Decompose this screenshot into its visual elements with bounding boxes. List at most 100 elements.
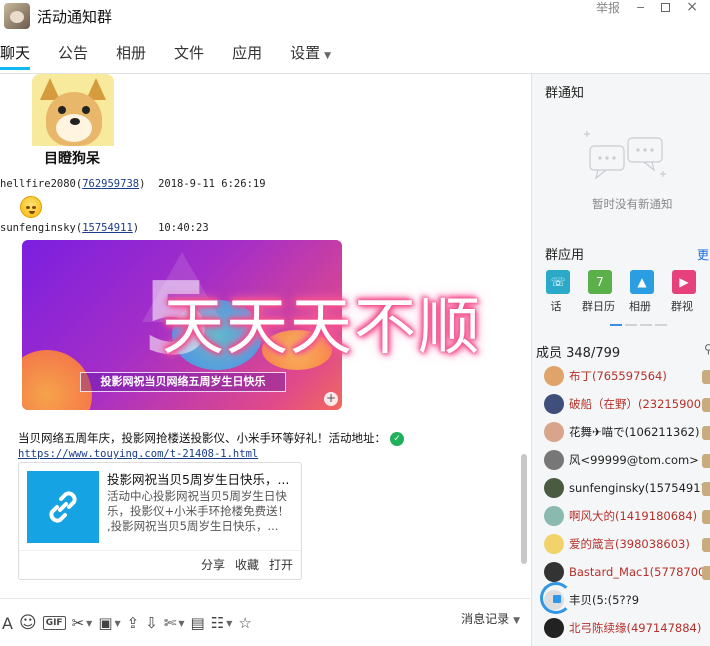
member-item[interactable]: 北弓陈续缘(497147884) bbox=[544, 616, 701, 640]
member-name: Bastard_Mac1(577870008) bbox=[569, 565, 710, 579]
app-item-video[interactable]: ▶ 群视 bbox=[670, 270, 698, 314]
member-item[interactable]: 布丁(765597564) bbox=[544, 364, 667, 388]
right-panel: 群通知 暂时没有新通知 群应用 更 ☏ 话 7 群日历 ▲ 相册 ▶ 群视 成员… bbox=[531, 74, 710, 646]
window-controls: 举报 − × bbox=[596, 0, 698, 16]
member-badge-icon bbox=[702, 482, 710, 496]
member-badge-icon bbox=[702, 454, 710, 468]
notice-title: 群通知 bbox=[545, 86, 585, 101]
favorite-button[interactable]: 收藏 bbox=[235, 556, 259, 573]
doge-sticker-image bbox=[32, 74, 114, 146]
promo-link[interactable]: https://www.touying.com/t-21408-1.html bbox=[18, 448, 258, 460]
shake-icon[interactable]: ☷ ▼ bbox=[211, 614, 233, 632]
avatar bbox=[544, 394, 564, 414]
member-name: 丰贝(5:(5??9 bbox=[569, 593, 640, 607]
member-name: 北弓陈续缘(497147884) bbox=[569, 621, 702, 635]
app-item-album[interactable]: ▲ 相册 bbox=[628, 270, 656, 314]
member-name: 花舞✈喵で(106211362) bbox=[569, 425, 700, 439]
search-icon[interactable]: ⚲ bbox=[704, 342, 710, 356]
sender-qq-link[interactable]: 15754911 bbox=[82, 222, 133, 234]
member-item[interactable]: Bastard_Mac1(577870008) bbox=[544, 560, 710, 584]
member-name: 破船（在野）(23215900 bbox=[569, 397, 702, 411]
avatar bbox=[544, 366, 564, 386]
upload-icon[interactable]: ⇪ bbox=[127, 614, 140, 632]
card-desc-line: 活动中心投影网祝当贝5周岁生日快 bbox=[107, 489, 287, 503]
apps-pager[interactable] bbox=[610, 324, 667, 326]
promo-text: 当贝网络五周年庆，投影网抢楼送投影仪、小米手环等好礼！活动地址： bbox=[18, 431, 386, 445]
gif-icon[interactable]: GIF bbox=[42, 616, 66, 630]
sender-qq-link[interactable]: 762959738 bbox=[82, 178, 139, 190]
tab-files[interactable]: 文件 bbox=[160, 38, 218, 70]
chevron-down-icon: ▼ bbox=[513, 616, 520, 626]
app-label: 相册 bbox=[629, 300, 651, 313]
zoom-in-icon[interactable]: + bbox=[324, 392, 338, 406]
blush-emoji-icon bbox=[20, 196, 42, 218]
member-name: 爱的箴言(398038603) bbox=[569, 537, 690, 551]
sender-name[interactable]: hellfire2080 bbox=[0, 178, 76, 190]
star-icon[interactable]: ☆ bbox=[238, 614, 251, 632]
open-button[interactable]: 打开 bbox=[269, 556, 293, 573]
avatar bbox=[544, 618, 564, 638]
share-button[interactable]: 分享 bbox=[201, 556, 225, 573]
message-header: hellfire2080(762959738) 2018-9-11 6:26:1… bbox=[0, 178, 266, 190]
window-title: 活动通知群 bbox=[37, 8, 113, 26]
message-history-button[interactable]: 消息记录 ▼ bbox=[461, 610, 520, 627]
history-label: 消息记录 bbox=[461, 612, 510, 626]
overlay-watermark-text: 天天天不顺 bbox=[162, 290, 483, 363]
image-icon[interactable]: ▣ ▼ bbox=[98, 614, 120, 632]
sender-name[interactable]: sunfenginsky bbox=[0, 222, 76, 234]
share-card[interactable]: 投影网祝当贝5周岁生日快乐，... 活动中心投影网祝当贝5周岁生日快 乐，投影仪… bbox=[18, 462, 302, 580]
member-name: sunfenginsky(15754911) bbox=[569, 481, 710, 495]
sticker-message[interactable]: 目瞪狗呆 bbox=[24, 74, 120, 170]
sticker-caption: 目瞪狗呆 bbox=[44, 151, 100, 167]
chat-scrollbar[interactable] bbox=[521, 454, 527, 564]
tab-chat[interactable]: 聊天 bbox=[0, 38, 44, 70]
album-icon: ▲ bbox=[630, 270, 654, 294]
app-label: 群视 bbox=[671, 300, 693, 313]
app-item-calendar[interactable]: 7 群日历 bbox=[582, 270, 615, 314]
member-item[interactable]: 破船（在野）(23215900 bbox=[544, 392, 701, 416]
video-icon: ▶ bbox=[672, 270, 696, 294]
notice-empty-text: 暂时没有新通知 bbox=[592, 197, 673, 211]
member-badge-icon bbox=[702, 426, 710, 440]
avatar bbox=[544, 450, 564, 470]
download-icon[interactable]: ⇩ bbox=[145, 614, 158, 632]
card-actions: 分享 收藏 打开 bbox=[201, 556, 293, 573]
tab-album[interactable]: 相册 bbox=[102, 38, 160, 70]
tab-settings[interactable]: 设置 ▼ bbox=[276, 38, 345, 70]
calendar-icon: 7 bbox=[588, 270, 612, 294]
close-button[interactable]: × bbox=[686, 0, 698, 15]
group-avatar[interactable] bbox=[4, 3, 30, 29]
message-header: sunfenginsky(15754911) 10:40:23 bbox=[0, 222, 209, 234]
calendar-icon[interactable]: ▤ bbox=[191, 614, 205, 632]
avatar bbox=[544, 506, 564, 526]
minimize-button[interactable]: − bbox=[636, 1, 645, 14]
member-name: 啊风大的(1419180684) bbox=[569, 509, 698, 523]
member-item[interactable]: sunfenginsky(15754911) bbox=[544, 476, 710, 500]
avatar bbox=[544, 562, 564, 582]
member-badge-icon bbox=[702, 510, 710, 524]
tab-announcement[interactable]: 公告 bbox=[44, 38, 102, 70]
cut-icon[interactable]: ✄ ▼ bbox=[164, 614, 185, 632]
card-desc-line: 乐，投影仪+小米手环抢楼免费送！ bbox=[107, 504, 290, 518]
maximize-button[interactable] bbox=[661, 2, 671, 12]
tab-bar: 聊天 公告 相册 文件 应用 设置 ▼ bbox=[0, 38, 345, 72]
card-title: 投影网祝当贝5周岁生日快乐，... bbox=[107, 472, 290, 487]
member-badge-icon bbox=[702, 398, 710, 412]
font-icon[interactable]: A bbox=[2, 614, 13, 633]
apps-more-link[interactable]: 更 bbox=[697, 246, 709, 263]
report-button[interactable]: 举报 bbox=[596, 0, 620, 16]
member-badge-icon bbox=[702, 370, 710, 384]
message-time: 10:40:23 bbox=[158, 222, 209, 234]
member-item[interactable]: 爱的箴言(398038603) bbox=[544, 532, 690, 556]
title-bar: 活动通知群 举报 − × bbox=[0, 0, 710, 34]
app-item-phone[interactable]: ☏ 话 bbox=[544, 270, 572, 314]
tab-apps[interactable]: 应用 bbox=[218, 38, 276, 70]
app-label: 话 bbox=[550, 300, 562, 313]
screenshot-icon[interactable]: ✂ ▼ bbox=[72, 614, 93, 632]
member-item[interactable]: 花舞✈喵で(106211362) bbox=[544, 420, 699, 444]
banner-caption: 投影网祝当贝网络五周岁生日快乐 bbox=[80, 372, 286, 392]
emoji-icon[interactable]: ☺ bbox=[19, 613, 37, 633]
member-item[interactable]: 啊风大的(1419180684) bbox=[544, 504, 697, 528]
app-list: ☏ 话 7 群日历 ▲ 相册 ▶ 群视 bbox=[544, 270, 698, 314]
member-item[interactable]: 风<99999@tom.com> bbox=[544, 448, 699, 472]
